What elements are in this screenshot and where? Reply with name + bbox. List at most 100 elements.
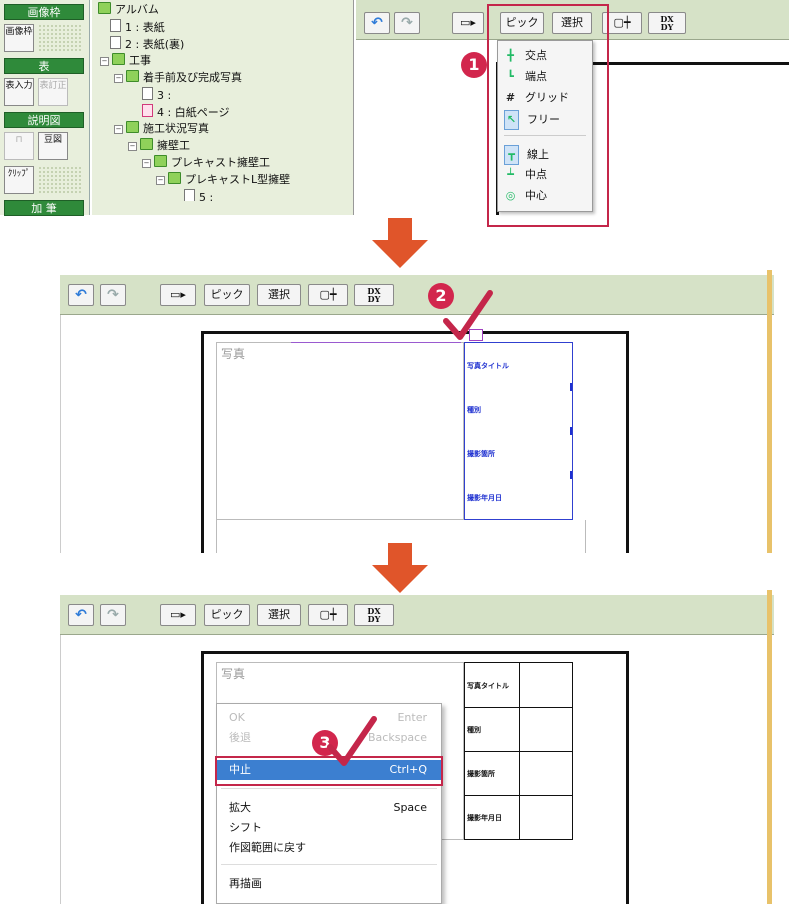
select-button[interactable]: 選択: [257, 604, 301, 626]
layout-toggle-button[interactable]: ▭▸: [452, 12, 484, 34]
tick: [570, 383, 572, 391]
tree-item[interactable]: 1 : 表紙: [110, 19, 165, 35]
tick: [570, 471, 572, 479]
window-edge: [767, 270, 772, 553]
table-page-icon: [110, 19, 121, 32]
page-icon: [184, 189, 195, 201]
table-divider: [465, 751, 572, 752]
field-label: 撮影箇所: [467, 450, 495, 458]
blank-page-icon: [142, 104, 153, 117]
image-frame-header: 画像枠: [4, 4, 84, 20]
sidebar-pattern: [38, 166, 82, 194]
checkmark-icon: [327, 716, 377, 766]
album-tree: アルバム 1 : 表紙 2 : 表紙(裏) − 工事 − 着手前及び完成写真 3 :…: [92, 0, 354, 215]
page-icon: [142, 87, 153, 100]
panel-2: ↶ ↷ ▭▸ ピック 選択 ▢┿ DX DY 写真 写真タイトル 種別 撮影箇所 …: [60, 275, 774, 553]
tree-item[interactable]: − 工事: [100, 53, 151, 69]
field-label: 写真タイトル: [467, 362, 509, 370]
layout-toggle-button[interactable]: ▭▸: [160, 604, 196, 626]
collapse-icon[interactable]: −: [142, 159, 151, 168]
figure-header: 説明図: [4, 112, 84, 128]
undo-icon[interactable]: ↶: [364, 12, 390, 34]
cross-snap-button[interactable]: ▢┿: [308, 604, 348, 626]
tree-item[interactable]: − 着手前及び完成写真: [114, 70, 242, 86]
page-icon: [110, 36, 121, 49]
tree-item-selected[interactable]: 4 : 白紙ページ: [142, 104, 229, 120]
field-label: 撮影年月日: [467, 814, 502, 822]
collapse-icon[interactable]: −: [128, 142, 137, 151]
window-edge: [767, 590, 772, 904]
undo-icon[interactable]: ↶: [68, 284, 94, 306]
field-label: 撮影箇所: [467, 770, 495, 778]
drawing-canvas[interactable]: 写真 写真タイトル 種別 撮影箇所 撮影年月日 OK Enter 後退 Backsp…: [60, 635, 774, 904]
checkmark-icon: [443, 290, 493, 340]
dxdy-button[interactable]: DX DY: [648, 12, 686, 34]
folder-icon: [154, 155, 167, 167]
tree-item[interactable]: − 施工状況写真: [114, 121, 209, 137]
table-divider: [465, 795, 572, 796]
info-box: 写真タイトル 種別 撮影箇所 撮影年月日: [464, 342, 573, 520]
dxdy-button[interactable]: DX DY: [354, 284, 394, 306]
photo-label: 写真: [221, 347, 246, 361]
guide-line: [291, 342, 461, 343]
down-arrow-icon: [372, 218, 428, 268]
folder-icon: [140, 138, 153, 150]
select-button[interactable]: 選択: [257, 284, 301, 306]
tree-item[interactable]: − 擁壁工: [128, 138, 190, 154]
tree-item-album[interactable]: アルバム: [98, 2, 159, 18]
menu-item-zoom[interactable]: 拡大 Space: [217, 798, 441, 818]
clip-button[interactable]: ｸﾘｯﾌﾟ: [4, 166, 34, 194]
pick-button[interactable]: ピック: [204, 284, 250, 306]
add-header: 加 筆: [4, 200, 84, 216]
tree-item[interactable]: − プレキャストL型擁壁: [156, 172, 290, 188]
down-arrow-icon: [372, 543, 428, 593]
sidebar: 画像枠 画像枠 表 表入力 表訂正 説明図 ⊓ 豆図 ｸﾘｯﾌﾟ 加 筆: [0, 0, 90, 216]
layout-toggle-button[interactable]: ▭▸: [160, 284, 196, 306]
collapse-icon[interactable]: −: [114, 125, 123, 134]
sidebar-pattern: [38, 24, 82, 52]
photo-frame: 写真: [216, 342, 464, 520]
tree-item[interactable]: 2 : 表紙(裏): [110, 36, 184, 52]
toolbar: ↶ ↷ ▭▸ ピック 選択 ▢┿ DX DY: [60, 275, 774, 315]
toolbar: ↶ ↷ ▭▸ ピック 選択 ▢┿ DX DY: [60, 595, 774, 635]
folder-icon: [168, 172, 181, 184]
dxdy-button[interactable]: DX DY: [354, 604, 394, 626]
panel-1: 画像枠 画像枠 表 表入力 表訂正 説明図 ⊓ 豆図 ｸﾘｯﾌﾟ 加 筆 アルバ…: [0, 0, 789, 227]
undo-icon[interactable]: ↶: [68, 604, 94, 626]
tree-item[interactable]: 3 :: [142, 87, 171, 103]
redo-icon[interactable]: ↷: [100, 284, 126, 306]
tree-item[interactable]: 5 :: [184, 189, 213, 201]
table-edit-button[interactable]: 表訂正: [38, 78, 68, 106]
collapse-icon[interactable]: −: [114, 74, 123, 83]
step-badge: 1: [461, 52, 487, 78]
table-divider: [465, 707, 572, 708]
field-label: 写真タイトル: [467, 682, 509, 690]
bean-figure-button[interactable]: 豆図: [38, 132, 68, 160]
table-header: 表: [4, 58, 84, 74]
menu-item-shift[interactable]: シフト: [217, 818, 441, 838]
drawing-canvas[interactable]: 写真 写真タイトル 種別 撮影箇所 撮影年月日: [60, 315, 774, 553]
folder-icon: [112, 53, 125, 65]
folder-icon: [126, 121, 139, 133]
info-table: 写真タイトル 種別 撮影箇所 撮影年月日: [464, 662, 573, 840]
field-label: 種別: [467, 406, 481, 414]
folder-icon: [126, 70, 139, 82]
drum-button[interactable]: ⊓: [4, 132, 34, 160]
field-label: 種別: [467, 726, 481, 734]
collapse-icon[interactable]: −: [100, 57, 109, 66]
panel-3: ↶ ↷ ▭▸ ピック 選択 ▢┿ DX DY 写真 写真タイトル 種別 撮影箇所 …: [60, 595, 774, 904]
redo-icon[interactable]: ↷: [100, 604, 126, 626]
redo-icon[interactable]: ↷: [394, 12, 420, 34]
highlight-frame: [487, 4, 609, 227]
tick: [570, 427, 572, 435]
pick-button[interactable]: ピック: [204, 604, 250, 626]
table-input-button[interactable]: 表入力: [4, 78, 34, 106]
collapse-icon[interactable]: −: [156, 176, 165, 185]
tree-item[interactable]: − プレキャスト擁壁工: [142, 155, 270, 171]
menu-separator: [221, 864, 437, 865]
menu-item-redraw[interactable]: 再描画: [217, 874, 441, 894]
image-frame-button[interactable]: 画像枠: [4, 24, 34, 52]
menu-item-restore-range[interactable]: 作図範囲に戻す: [217, 838, 441, 858]
menu-separator: [221, 788, 437, 789]
cross-snap-button[interactable]: ▢┿: [308, 284, 348, 306]
